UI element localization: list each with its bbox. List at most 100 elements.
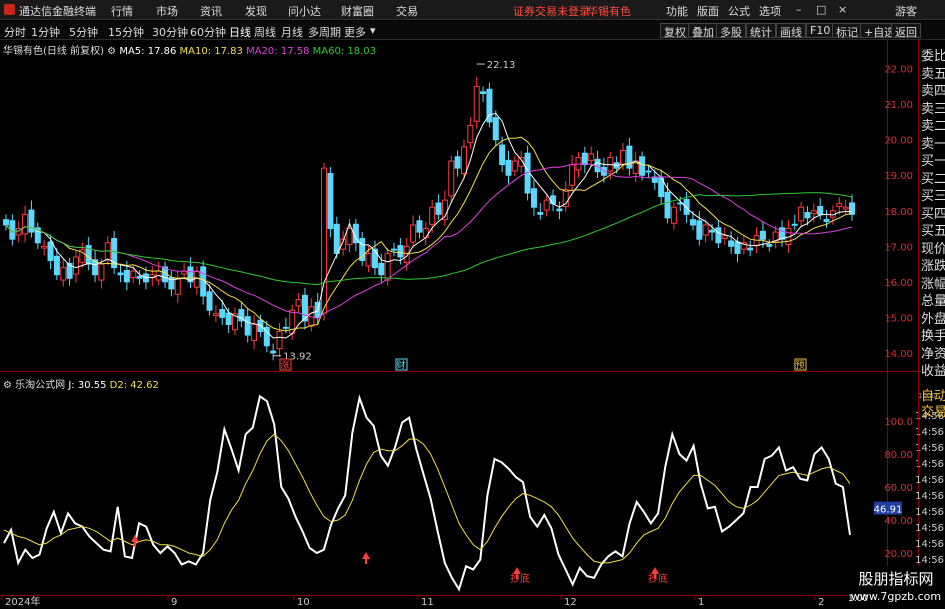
quote-label: 换手 [921, 329, 945, 344]
watermark-text: 股朋指标网 [858, 570, 933, 588]
signal-label: 抄底 [510, 572, 530, 585]
price-axis-label: 19.00 [884, 171, 913, 182]
candle-body [581, 152, 588, 166]
time-side-label: 14:56 [915, 539, 944, 550]
j-line [3, 394, 851, 592]
time-side-label: 14:56 [915, 507, 944, 518]
quote-label: 现价 [921, 241, 945, 257]
candle-body [664, 191, 671, 219]
candle-body [212, 313, 219, 317]
candle-body [511, 160, 518, 172]
time-axis-label: 9 [171, 597, 177, 608]
price-axis-label: 17.00 [884, 242, 913, 253]
candle-body [72, 256, 79, 275]
candle-body [384, 252, 391, 281]
candle-body [798, 206, 805, 222]
quote-label: 卖四 [921, 84, 945, 99]
quote-label: 买一 [921, 154, 945, 169]
candle-body [174, 277, 181, 295]
quote-label: 收益 [921, 364, 945, 379]
quote-label: 买五 [921, 224, 945, 239]
time-axis-label: 2 [818, 597, 824, 608]
candle-body [467, 125, 474, 144]
candle-body [492, 117, 499, 141]
candle-body [98, 263, 105, 281]
candle-body [251, 323, 258, 341]
candle-body [391, 248, 398, 251]
ma5-line [5, 112, 852, 339]
quote-label: 涨幅 [921, 276, 945, 292]
candle-body [645, 170, 652, 173]
high-price-label: 22.13 [487, 60, 516, 71]
candle-body [53, 255, 60, 276]
candle-body [836, 203, 843, 208]
ind-axis-label: 20.00 [884, 549, 913, 560]
candle-body [219, 309, 226, 318]
signal-label: 抄底 [648, 572, 668, 585]
quote-label: 涨跌 [921, 259, 945, 274]
candle-body [346, 228, 353, 246]
buy-arrow-icon [513, 567, 521, 574]
candle-body [60, 267, 67, 281]
candle-body [117, 272, 124, 276]
candle-body [130, 270, 137, 279]
candle-body [448, 160, 455, 197]
candle-body [721, 235, 728, 239]
quote-label: 卖一 [921, 136, 945, 152]
ind-axis-label: 40.00 [884, 516, 913, 527]
ind-axis-label: 100.0 [884, 417, 913, 428]
quote-label: 卖三 [921, 101, 945, 117]
time-side-label: 14:56 [915, 523, 944, 534]
candle-body [123, 269, 130, 283]
candle-body [327, 172, 334, 230]
candle-body [47, 241, 54, 262]
chart-canvas: 22.00 21.00 20.00 19.00 18.00 17.00 16.00 15.00… [0, 40, 945, 609]
price-axis-label: 18.00 [884, 207, 913, 218]
candle-body [397, 245, 404, 258]
candle-body [3, 219, 9, 226]
event-marker-label: 预 [795, 360, 804, 371]
price-axis-label: 20.00 [884, 136, 913, 147]
price-axis-label: 22.00 [884, 65, 913, 76]
event-marker-label: 财 [396, 359, 405, 371]
candle-body [378, 262, 385, 276]
candle-body [849, 202, 855, 215]
candle-body [683, 198, 690, 215]
candle-body [22, 213, 29, 235]
candle-body [810, 210, 817, 215]
candle-body [620, 149, 627, 165]
candle-body [530, 188, 537, 208]
price-axis-label: 15.00 [884, 313, 913, 324]
candle-body [282, 326, 289, 329]
candle-body [702, 224, 709, 236]
candle-body [480, 91, 487, 95]
time-axis-label: 11 [421, 597, 434, 608]
candle-body [41, 245, 48, 249]
candle-body [295, 299, 302, 307]
auto-trade-label[interactable]: 交易 [921, 401, 945, 420]
candle-body [499, 144, 506, 166]
candle-body [473, 85, 480, 122]
candle-body [543, 199, 550, 211]
price-axis-label: 14.00 [884, 349, 913, 360]
price-axis-label: 16.00 [884, 278, 913, 289]
candle-body [244, 316, 251, 336]
quote-label: 买三 [921, 189, 945, 204]
quote-label: 总量 [921, 294, 945, 309]
quote-label: 委比 [921, 49, 945, 64]
time-side-label: 14:56 [915, 475, 944, 486]
quote-side-panel: 委比 卖五 卖四 卖三 卖二 卖一 买一 买二 买三 买四 买五 现价 涨跌 涨幅 总量 外盘 换手 净资 收益 自动… [918, 40, 945, 470]
price-axis-label: 21.00 [884, 100, 913, 111]
buy-arrow-icon [131, 535, 139, 542]
candle-body [734, 241, 741, 254]
candle-body [766, 244, 773, 247]
candle-body [689, 219, 696, 226]
candle-body [709, 229, 716, 233]
candle-body [804, 212, 811, 219]
candle-body [747, 247, 754, 251]
candle-body [670, 206, 677, 224]
event-marker-label: 涨 [280, 360, 289, 371]
candle-body [435, 202, 442, 215]
time-axis-label: 1 [698, 597, 704, 608]
candle-body [410, 224, 417, 243]
